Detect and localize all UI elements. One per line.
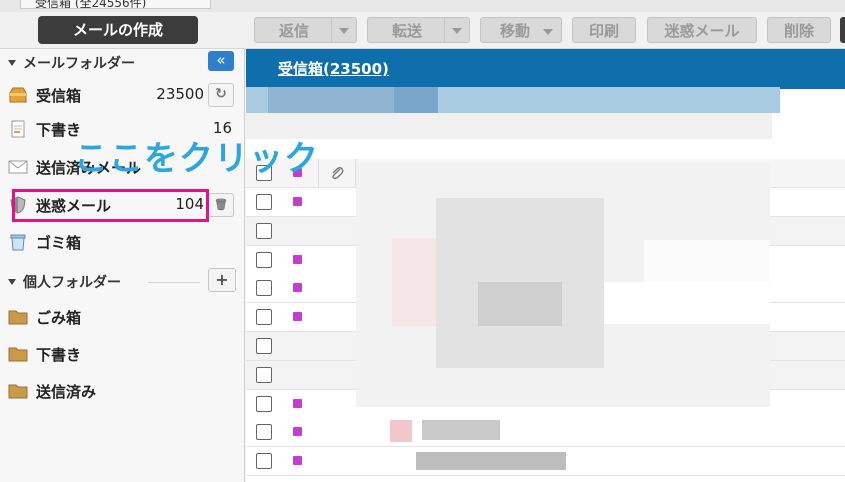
- tag-icon: [293, 427, 302, 436]
- message-row[interactable]: [246, 418, 845, 447]
- folder-title-link[interactable]: 受信箱(23500): [278, 58, 389, 79]
- folder-inbox[interactable]: 受信箱 23500 ↻: [0, 80, 244, 110]
- folder-personal-sent[interactable]: 送信済み: [0, 376, 244, 406]
- blurred-region: [390, 420, 412, 442]
- collapse-triangle-icon: [8, 279, 16, 285]
- message-checkbox[interactable]: [256, 424, 272, 440]
- folder-icon: [8, 347, 28, 362]
- folder-personal-gomibako[interactable]: ごみ箱: [0, 302, 244, 332]
- blurred-region: [392, 238, 436, 326]
- inbox-tray-icon: [9, 87, 27, 103]
- message-checkbox[interactable]: [256, 194, 272, 210]
- blurred-region: [394, 87, 438, 113]
- personal-folders-label: 個人フォルダー: [23, 275, 121, 291]
- blurred-region: [416, 452, 566, 470]
- chevron-down-icon[interactable]: [331, 18, 356, 42]
- trash-bin-icon: [10, 234, 26, 251]
- folder-label: 送信済み: [36, 383, 97, 401]
- blurred-region: [246, 113, 772, 139]
- message-checkbox[interactable]: [256, 453, 272, 469]
- chevron-down-icon[interactable]: [444, 18, 469, 42]
- tag-icon: [293, 197, 302, 206]
- folder-icon: [8, 384, 28, 399]
- folder-count: 23500: [156, 85, 204, 103]
- folder-personal-drafts[interactable]: 下書き: [0, 339, 244, 369]
- message-checkbox[interactable]: [256, 280, 272, 296]
- mail-folders-label: メールフォルダー: [23, 56, 135, 72]
- toolbar: メールの作成 返信 転送 移動 印刷 迷惑メール 削除: [0, 12, 845, 49]
- print-button[interactable]: 印刷: [572, 17, 636, 43]
- blurred-region: [268, 87, 394, 113]
- paperclip-icon: [332, 166, 344, 180]
- refresh-icon[interactable]: ↻: [208, 83, 234, 107]
- compose-button[interactable]: メールの作成: [38, 16, 198, 44]
- move-button[interactable]: 移動: [480, 17, 562, 43]
- blurred-region: [478, 282, 562, 326]
- attachment-column[interactable]: [318, 159, 356, 187]
- folder-label: 受信箱: [36, 87, 82, 105]
- mail-folders-heading[interactable]: メールフォルダー: [0, 53, 135, 73]
- message-checkbox[interactable]: [256, 338, 272, 354]
- folder-label: ごみ箱: [36, 309, 82, 327]
- tag-icon: [293, 255, 302, 264]
- folder-sidebar: メールフォルダー « 受信箱 23500 ↻ 下書き 16 送信済みメール 迷惑…: [0, 49, 245, 482]
- spam-folder-highlight: [12, 189, 209, 222]
- delete-button[interactable]: 削除: [767, 17, 831, 43]
- tag-icon: [293, 399, 302, 408]
- message-checkbox[interactable]: [256, 367, 272, 383]
- forward-label: 転送: [391, 22, 422, 40]
- folder-icon: [8, 310, 28, 325]
- annotation-click-here: ここをクリック: [74, 139, 319, 179]
- tag-icon: [293, 312, 302, 321]
- move-label: 移動: [499, 22, 530, 40]
- sent-mail-icon: [8, 160, 28, 174]
- message-checkbox[interactable]: [256, 396, 272, 412]
- message-checkbox[interactable]: [256, 223, 272, 239]
- blurred-region: [604, 282, 770, 324]
- blurred-region: [644, 240, 770, 282]
- forward-button[interactable]: 転送: [367, 17, 470, 43]
- message-checkbox[interactable]: [256, 309, 272, 325]
- trash-icon[interactable]: 🗑: [208, 193, 234, 217]
- add-folder-button[interactable]: +: [208, 268, 236, 292]
- draft-document-icon: [11, 120, 25, 138]
- folder-trash[interactable]: ゴミ箱: [0, 227, 244, 257]
- message-checkbox[interactable]: [256, 252, 272, 268]
- reply-label: 返信: [278, 22, 309, 40]
- tag-icon: [293, 456, 302, 465]
- more-button[interactable]: [840, 17, 845, 43]
- collapse-sidebar-button[interactable]: «: [208, 51, 234, 71]
- divider: [148, 282, 200, 283]
- collapse-triangle-icon: [8, 60, 16, 66]
- blurred-region: [422, 420, 500, 440]
- tab-inbox[interactable]: 受信箱 (全24556件): [20, 0, 211, 9]
- folder-label: 下書き: [36, 346, 82, 364]
- tag-icon: [293, 283, 302, 292]
- chevron-down-icon: [543, 29, 553, 35]
- spam-button[interactable]: 迷惑メール: [647, 17, 757, 43]
- reply-button[interactable]: 返信: [254, 17, 357, 43]
- folder-label: ゴミ箱: [36, 234, 82, 252]
